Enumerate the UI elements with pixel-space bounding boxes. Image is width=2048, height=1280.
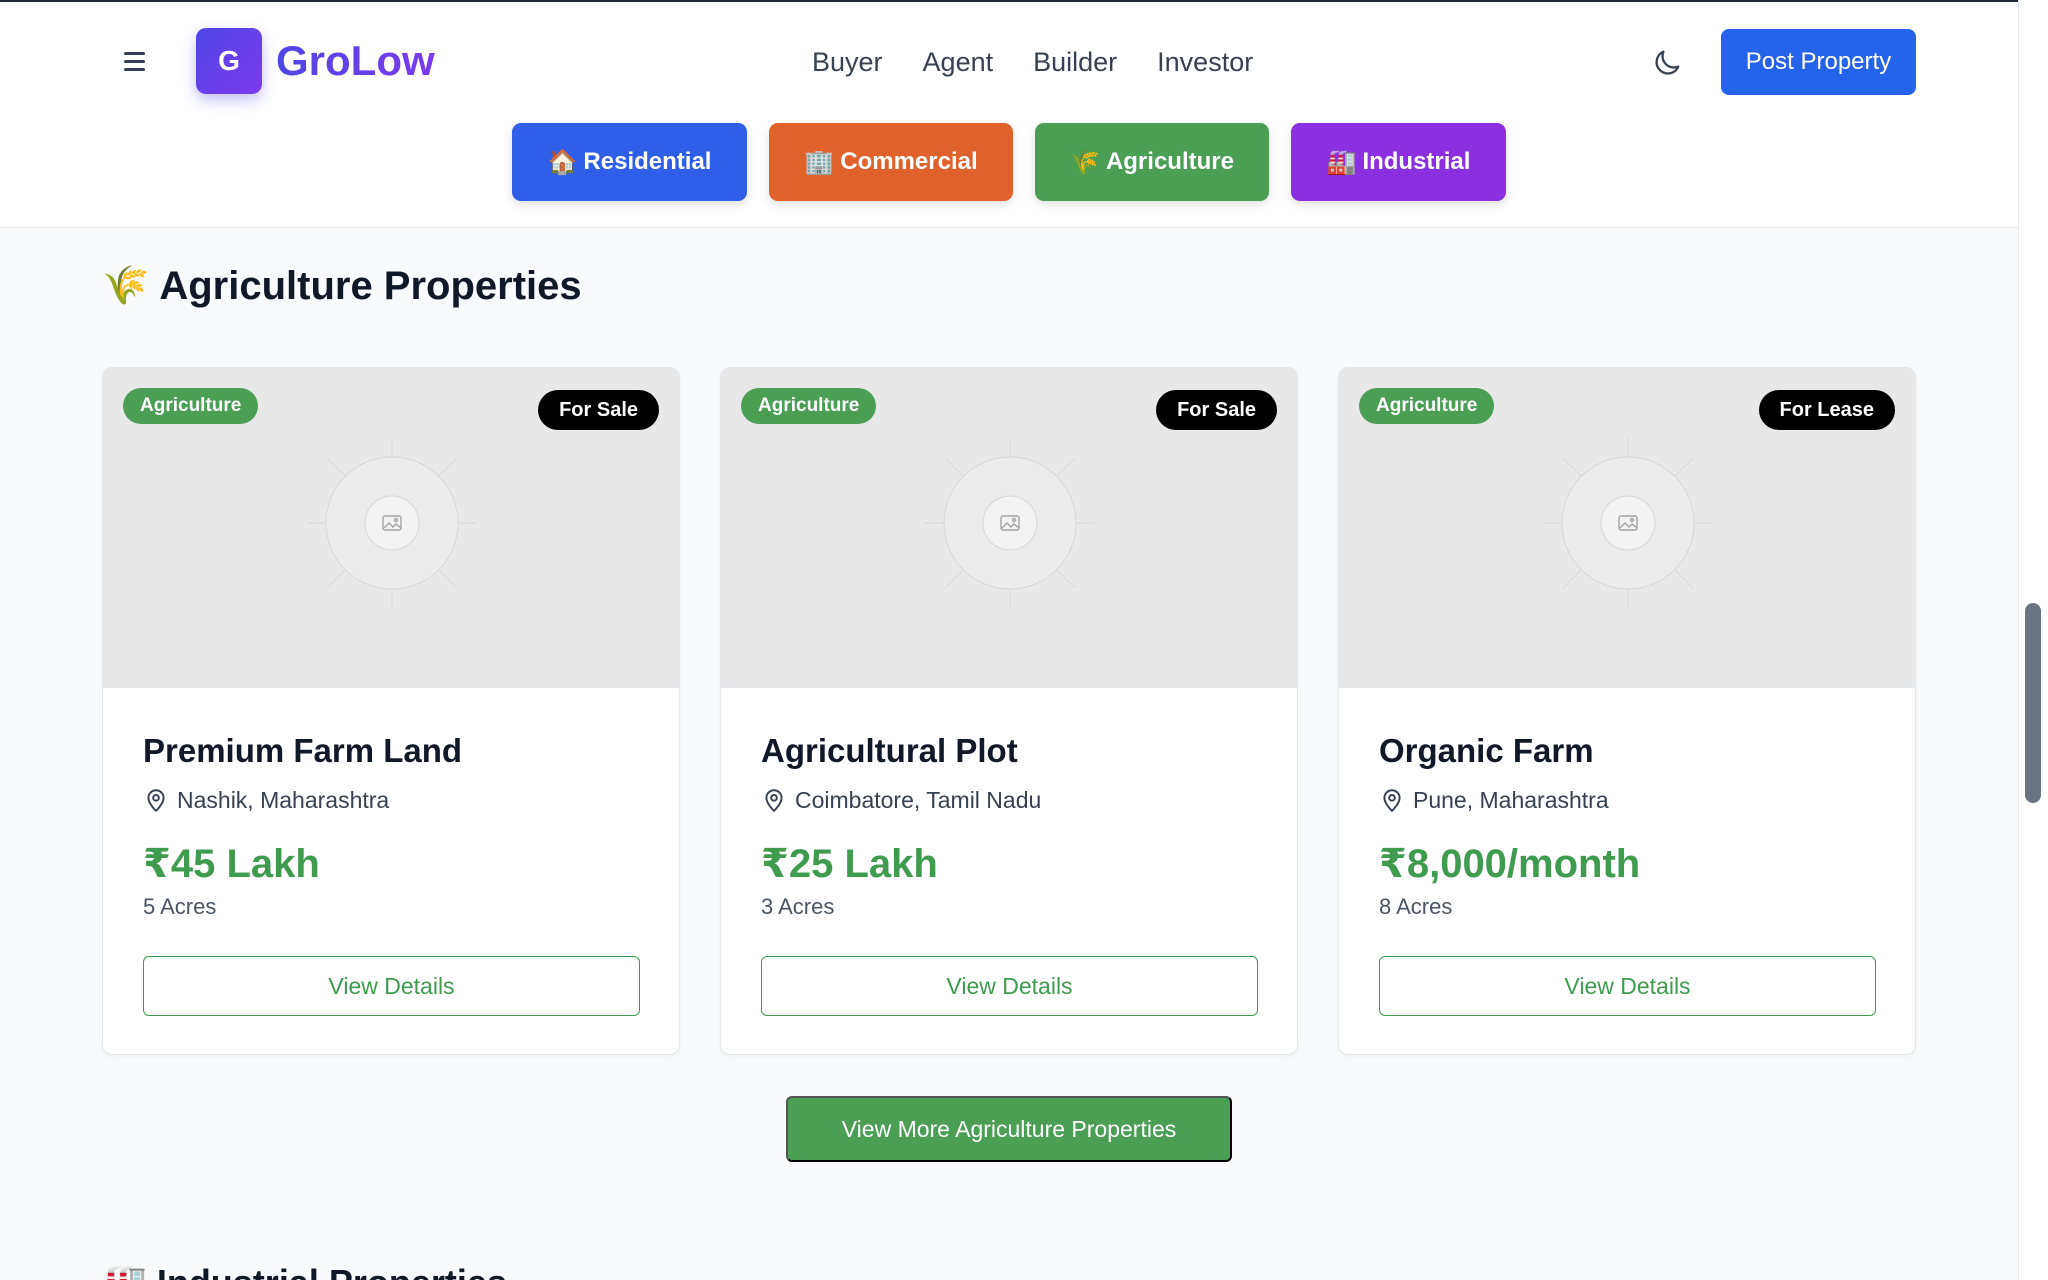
view-more-agriculture-button[interactable]: View More Agriculture Properties	[786, 1096, 1232, 1162]
category-agriculture-button[interactable]: 🌾 Agriculture	[1035, 123, 1269, 201]
property-card[interactable]: Agriculture For Sale	[720, 367, 1298, 1055]
image-placeholder-icon	[307, 438, 477, 608]
view-details-button[interactable]: View Details	[1379, 956, 1876, 1016]
property-price: ₹8,000/month	[1379, 842, 1641, 886]
property-location-text: Nashik, Maharashtra	[177, 787, 390, 813]
map-pin-icon	[765, 789, 783, 812]
view-details-button[interactable]: View Details	[761, 956, 1258, 1016]
logo-text[interactable]: GroLow	[276, 34, 435, 88]
nav-link-investor[interactable]: Investor	[1157, 42, 1253, 82]
property-location: Nashik, Maharashtra	[143, 784, 639, 816]
property-price: ₹25 Lakh	[761, 842, 938, 886]
rice-plant-icon: 🌾	[1070, 148, 1100, 176]
rice-plant-icon: 🌾	[102, 265, 150, 307]
logo-badge[interactable]: G	[196, 28, 262, 94]
category-label: Residential	[583, 148, 712, 175]
category-residential-button[interactable]: 🏠 Residential	[512, 123, 747, 201]
category-commercial-button[interactable]: 🏢 Commercial	[769, 123, 1013, 201]
map-pin-icon	[1383, 789, 1401, 812]
property-area: 5 Acres	[143, 894, 217, 919]
factory-icon: 🏭	[102, 1262, 147, 1280]
property-status-badge: For Lease	[1758, 390, 1895, 430]
next-section-title-text: Industrial Properties	[157, 1262, 507, 1280]
section-title-text: Agriculture Properties	[159, 264, 582, 308]
main-nav: Buyer Agent Builder Investor	[812, 42, 1253, 82]
category-label: Commercial	[840, 148, 978, 175]
property-location-text: Coimbatore, Tamil Nadu	[795, 787, 1042, 813]
nav-link-buyer[interactable]: Buyer	[812, 42, 883, 82]
page: G GroLow Buyer Agent Builder Investor Po…	[0, 0, 2018, 1280]
property-card[interactable]: Agriculture For Sale	[102, 367, 680, 1055]
property-location: Coimbatore, Tamil Nadu	[761, 784, 1257, 816]
map-pin-icon	[147, 789, 165, 812]
property-image-placeholder: Agriculture For Sale	[103, 368, 679, 688]
hamburger-menu-icon[interactable]	[120, 46, 150, 76]
property-location-text: Pune, Maharashtra	[1413, 787, 1609, 813]
dark-mode-toggle-icon[interactable]	[1650, 46, 1684, 80]
category-label: Agriculture	[1105, 148, 1234, 175]
property-status-badge: For Sale	[1156, 390, 1277, 430]
property-card-list: Agriculture For Sale Premium Farm Land N…	[102, 367, 1916, 1055]
property-type-badge: Agriculture	[1359, 388, 1495, 424]
property-area: 8 Acres	[1379, 894, 1453, 919]
property-type-badge: Agriculture	[123, 388, 259, 424]
nav-link-builder[interactable]: Builder	[1033, 42, 1117, 82]
nav-link-agent[interactable]: Agent	[923, 42, 994, 82]
post-property-button[interactable]: Post Property	[1721, 29, 1916, 95]
property-title: Agricultural Plot	[761, 732, 1018, 769]
property-title: Organic Farm	[1379, 732, 1594, 769]
property-area: 3 Acres	[761, 894, 835, 919]
factory-icon: 🏭	[1326, 148, 1357, 176]
house-icon: 🏠	[547, 148, 578, 176]
property-type-badge: Agriculture	[741, 388, 877, 424]
site-header: G GroLow Buyer Agent Builder Investor Po…	[0, 2, 2018, 228]
property-title: Premium Farm Land	[143, 732, 463, 769]
property-location: Pune, Maharashtra	[1379, 784, 1875, 816]
property-image-placeholder: Agriculture For Lease	[1339, 368, 1915, 688]
image-placeholder-icon	[925, 438, 1095, 608]
category-industrial-button[interactable]: 🏭 Industrial	[1291, 123, 1506, 201]
property-status-badge: For Sale	[538, 390, 659, 430]
property-price: ₹45 Lakh	[143, 842, 320, 886]
image-placeholder-icon	[1543, 438, 1713, 608]
property-card[interactable]: Agriculture For Lease Organic Farm Pune,…	[1338, 367, 1916, 1055]
office-building-icon: 🏢	[804, 148, 835, 176]
scrollbar-thumb[interactable]	[2025, 603, 2041, 803]
category-tabs: 🏠 Residential 🏢 Commercial 🌾 Agriculture…	[512, 123, 1506, 201]
property-image-placeholder: Agriculture For Sale	[721, 368, 1297, 688]
section-title: 🌾 Agriculture Properties	[102, 260, 582, 312]
category-label: Industrial	[1362, 148, 1471, 175]
next-section-title: 🏭 Industrial Properties	[102, 1262, 507, 1280]
view-details-button[interactable]: View Details	[143, 956, 640, 1016]
